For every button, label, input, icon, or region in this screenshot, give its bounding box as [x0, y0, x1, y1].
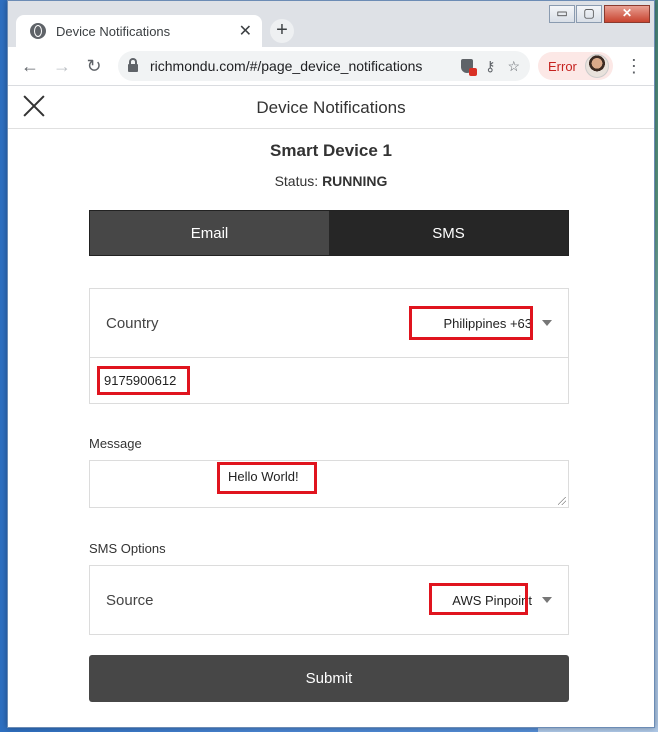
tab-title: Device Notifications — [56, 23, 171, 39]
status-label: Status: — [274, 173, 319, 189]
page-header: Device Notifications — [8, 86, 654, 129]
browser-tab[interactable]: Device Notifications ✕ — [16, 15, 262, 47]
device-status: Status: RUNNING — [8, 173, 654, 189]
avatar — [584, 54, 609, 78]
reload-icon[interactable]: ↻ — [80, 56, 108, 77]
url-text[interactable]: richmondu.com/#/page_device_notification… — [150, 58, 455, 74]
blocked-content-icon[interactable] — [461, 59, 478, 76]
sms-options-label: SMS Options — [89, 541, 166, 556]
resize-handle-icon[interactable] — [558, 497, 566, 505]
notification-type-tabs: Email SMS — [89, 210, 569, 256]
highlight-message — [217, 462, 317, 494]
window-maximize-button[interactable]: ▢ — [576, 5, 602, 23]
key-icon[interactable]: ⚷ — [485, 58, 495, 75]
tab-close-icon[interactable]: ✕ — [239, 21, 252, 41]
lock-icon[interactable] — [128, 58, 138, 72]
forward-arrow-icon[interactable]: → — [48, 56, 76, 77]
page-title: Device Notifications — [256, 98, 406, 117]
browser-toolbar: ← → ↻ richmondu.com/#/page_device_notifi… — [8, 47, 654, 86]
tab-sms[interactable]: SMS — [329, 211, 568, 255]
status-value: RUNNING — [322, 173, 388, 189]
country-label: Country — [106, 314, 159, 332]
window-close-button[interactable]: ✕ — [604, 5, 650, 23]
browser-window: Device Notifications ✕ + ▭ ▢ ✕ ← → ↻ ric… — [7, 0, 655, 728]
message-label: Message — [89, 436, 142, 451]
bookmark-star-icon[interactable]: ☆ — [507, 58, 520, 75]
tab-email[interactable]: Email — [90, 211, 329, 255]
globe-icon — [30, 23, 46, 39]
highlight-source-value — [429, 583, 528, 615]
submit-button[interactable]: Submit — [89, 655, 569, 702]
profile-error-button[interactable]: Error — [538, 52, 613, 80]
tab-strip: Device Notifications ✕ + ▭ ▢ ✕ — [8, 1, 654, 47]
highlight-country-value — [409, 306, 533, 340]
error-label: Error — [548, 58, 577, 74]
message-textarea[interactable]: Hello World! — [89, 460, 569, 508]
highlight-phone-number — [97, 366, 190, 395]
chevron-down-icon[interactable] — [542, 320, 552, 326]
new-tab-button[interactable]: + — [270, 19, 294, 43]
source-label: Source — [106, 591, 154, 609]
more-menu-icon[interactable]: ⋮ — [625, 56, 643, 77]
device-name: Smart Device 1 — [270, 141, 392, 160]
address-bar[interactable]: richmondu.com/#/page_device_notification… — [118, 51, 530, 81]
chevron-down-icon[interactable] — [542, 597, 552, 603]
window-minimize-button[interactable]: ▭ — [549, 5, 575, 23]
back-arrow-icon[interactable]: ← — [16, 56, 44, 77]
